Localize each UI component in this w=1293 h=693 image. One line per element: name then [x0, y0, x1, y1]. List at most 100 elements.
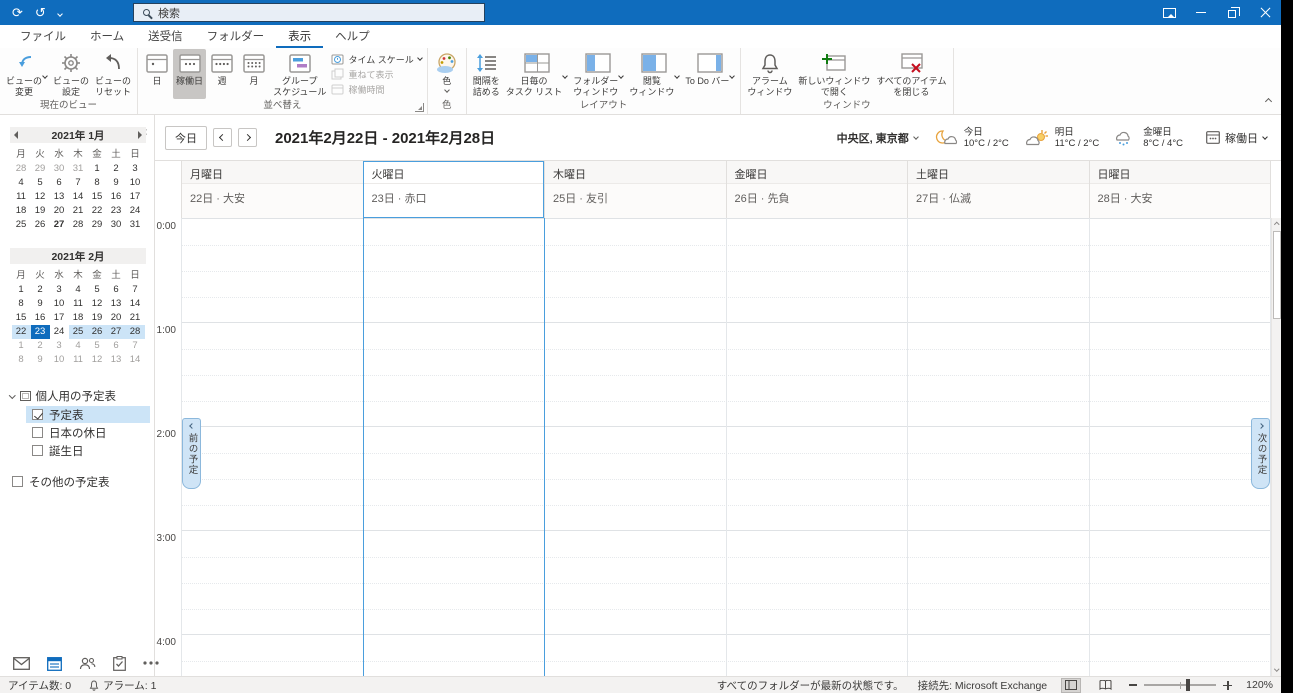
collapse-ribbon-button[interactable] — [1264, 91, 1273, 109]
minical-day-cell[interactable]: 10 — [50, 353, 69, 367]
checkbox-icon[interactable] — [12, 476, 23, 487]
minical-day-cell[interactable]: 4 — [12, 176, 31, 190]
sync-icon[interactable]: ⟳ — [12, 6, 23, 19]
compact-spacing-button[interactable]: 間隔を 詰める — [470, 49, 503, 99]
minical-day-cell[interactable]: 27 — [50, 218, 69, 232]
qat-customize-icon[interactable] — [56, 8, 63, 18]
folder-item[interactable]: 予定表 — [26, 406, 150, 423]
alarm-window-button[interactable]: アラーム ウィンドウ — [744, 49, 795, 99]
work-week-view-button[interactable]: 稼働日 — [173, 49, 207, 99]
calendar-view-selector[interactable]: 稼働日 — [1206, 130, 1268, 146]
minical-day-cell[interactable]: 14 — [69, 190, 88, 204]
minical-day-cell[interactable]: 6 — [107, 283, 126, 297]
week-view-button[interactable]: 週 — [206, 49, 238, 99]
minical-day-cell[interactable]: 7 — [69, 176, 88, 190]
minical-day-cell[interactable]: 1 — [12, 283, 31, 297]
mail-nav-button[interactable] — [13, 654, 30, 672]
minimize-button[interactable] — [1185, 0, 1217, 25]
minical-day-cell[interactable]: 2 — [31, 339, 50, 353]
day-column[interactable] — [181, 218, 363, 676]
folder-group-other[interactable]: その他の予定表 — [4, 473, 150, 490]
undo-icon[interactable]: ↺ — [35, 6, 46, 19]
menu-tab[interactable]: ファイル — [8, 25, 78, 48]
zoom-slider[interactable] — [1144, 679, 1217, 692]
minical-day-cell[interactable]: 3 — [50, 339, 69, 353]
folder-item[interactable]: 日本の休日 — [26, 424, 150, 441]
minical-day-cell[interactable]: 26 — [31, 218, 50, 232]
menu-tab[interactable]: 送受信 — [136, 25, 195, 48]
minical-day-cell[interactable]: 5 — [31, 176, 50, 190]
minical-day-cell[interactable]: 3 — [126, 162, 145, 176]
minical-day-cell[interactable]: 21 — [126, 311, 145, 325]
minical-day-cell[interactable]: 30 — [50, 162, 69, 176]
reading-view-button[interactable] — [1095, 678, 1115, 693]
minical-day-cell[interactable]: 12 — [88, 297, 107, 311]
folder-pane-button[interactable]: フォルダー ウィンドウ — [570, 49, 626, 99]
menu-tab[interactable]: ホーム — [78, 25, 136, 48]
minical-day-cell[interactable]: 19 — [31, 204, 50, 218]
dialog-launcher-icon[interactable] — [414, 103, 424, 112]
minical-day-cell[interactable]: 19 — [88, 311, 107, 325]
ribbon-display-options-button[interactable] — [1153, 0, 1185, 25]
next-appointment-tab[interactable]: 次の予定 — [1251, 418, 1270, 489]
minical-day-cell[interactable]: 29 — [31, 162, 50, 176]
checkbox-icon[interactable] — [32, 409, 43, 420]
close-button[interactable] — [1249, 0, 1281, 25]
open-new-window-button[interactable]: 新しいウィンドウ で開く — [795, 49, 873, 99]
weather-location-selector[interactable]: 中央区, 東京都 — [837, 130, 919, 146]
day-header[interactable]: 木曜日 25日 · 友引 — [544, 161, 726, 218]
minical-day-cell[interactable]: 7 — [126, 283, 145, 297]
minical-day-cell[interactable]: 16 — [31, 311, 50, 325]
minical-day-cell[interactable]: 8 — [12, 297, 31, 311]
tasks-nav-button[interactable] — [113, 654, 126, 672]
minical-day-cell[interactable]: 20 — [107, 311, 126, 325]
daily-task-list-button[interactable]: 日毎の タスク リスト — [503, 49, 571, 99]
minical-day-cell[interactable]: 6 — [107, 339, 126, 353]
minical-day-cell[interactable]: 20 — [50, 204, 69, 218]
minical-day-cell[interactable]: 28 — [125, 325, 145, 339]
day-header[interactable]: 金曜日 26日 · 先負 — [725, 161, 907, 218]
weather-today[interactable]: 今日 10°C / 2°C — [933, 127, 1009, 149]
time-scale-button[interactable]: タイム スケール — [331, 52, 423, 66]
folder-item[interactable]: 誕生日 — [26, 442, 150, 459]
prev-month-icon[interactable] — [14, 131, 18, 139]
vertical-scrollbar[interactable] — [1271, 218, 1281, 676]
day-column[interactable] — [362, 218, 545, 676]
minical-day-cell[interactable]: 1 — [88, 162, 107, 176]
minical-day-cell[interactable]: 9 — [31, 353, 50, 367]
minical-day-cell[interactable]: 3 — [50, 283, 69, 297]
checkbox-icon[interactable] — [32, 427, 43, 438]
day-header[interactable]: 土曜日 27日 · 仏滅 — [907, 161, 1089, 218]
view-settings-button[interactable]: ビューの 設定 — [50, 49, 92, 99]
day-column[interactable] — [544, 218, 726, 676]
menu-tab[interactable]: ヘルプ — [323, 25, 382, 48]
day-header[interactable]: 日曜日 28日 · 大安 — [1088, 161, 1271, 218]
close-all-items-button[interactable]: すべてのアイテム を閉じる — [873, 49, 949, 99]
scroll-up-icon[interactable] — [1272, 218, 1281, 230]
minical-day-cell[interactable]: 29 — [88, 218, 107, 232]
minical-day-cell[interactable]: 22 — [88, 204, 107, 218]
minical-day-cell[interactable]: 2 — [107, 162, 126, 176]
minical-day-cell[interactable]: 7 — [126, 339, 145, 353]
next-week-button[interactable] — [238, 128, 257, 147]
minical-day-cell[interactable]: 27 — [106, 325, 126, 339]
minical-day-cell[interactable]: 31 — [126, 218, 145, 232]
day-column[interactable] — [725, 218, 908, 676]
minical-day-cell[interactable]: 13 — [107, 353, 126, 367]
minical-day-cell[interactable]: 24 — [50, 325, 69, 339]
minical-day-cell[interactable]: 9 — [107, 176, 126, 190]
minical-day-cell[interactable]: 24 — [126, 204, 145, 218]
day-view-button[interactable]: 日 — [141, 49, 173, 99]
people-nav-button[interactable] — [79, 654, 96, 672]
minical-day-cell[interactable]: 28 — [12, 162, 31, 176]
minical-day-cell[interactable]: 10 — [126, 176, 145, 190]
minical-day-cell[interactable]: 6 — [50, 176, 69, 190]
menu-tab[interactable]: フォルダー — [195, 25, 277, 48]
todo-bar-button[interactable]: To Do バー — [682, 49, 737, 99]
zoom-out-button[interactable] — [1129, 684, 1138, 686]
day-header[interactable]: 月曜日 22日 · 大安 — [181, 161, 363, 218]
minical-day-cell[interactable]: 11 — [69, 353, 88, 367]
color-button[interactable]: 色 — [431, 49, 463, 99]
minical-day-cell[interactable]: 17 — [126, 190, 145, 204]
day-column[interactable] — [907, 218, 1089, 676]
